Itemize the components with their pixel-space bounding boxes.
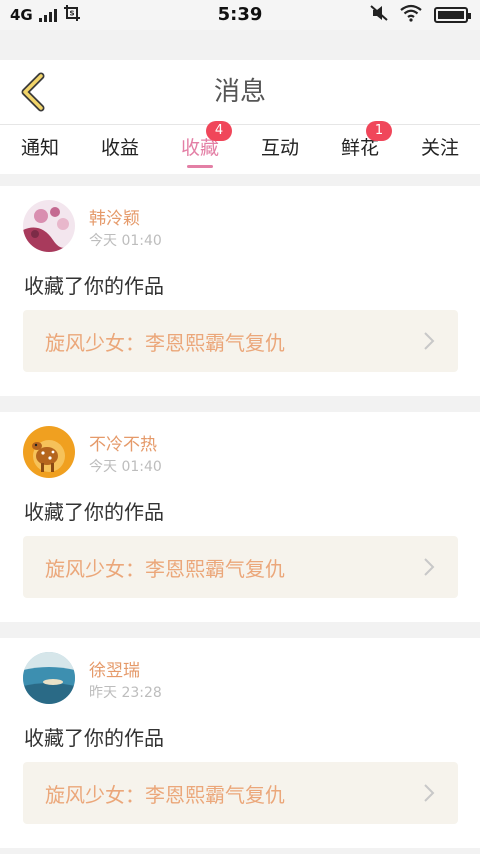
action-text: 收藏了你的作品 [24, 274, 164, 298]
wifi-icon [400, 4, 422, 26]
back-button[interactable] [10, 70, 54, 114]
work-link[interactable]: 旋风少女：李恩熙霸气复仇 [23, 310, 458, 372]
action-text: 收藏了你的作品 [24, 500, 164, 524]
notification-list: 韩泠颖 今天 01:40 收藏了你的作品 旋风少女：李恩熙霸气复仇 不冷不热 今 [0, 174, 480, 854]
signal-icon [38, 8, 57, 22]
avatar[interactable] [23, 426, 75, 478]
battery-icon [434, 7, 471, 23]
tab-favorites[interactable]: 收藏 4 [160, 121, 240, 174]
work-link[interactable]: 旋风少女：李恩熙霸气复仇 [23, 536, 458, 598]
tab-follows[interactable]: 关注 [400, 125, 480, 174]
avatar[interactable] [23, 652, 75, 704]
avatar[interactable] [23, 200, 75, 252]
tab-notifications[interactable]: 通知 [0, 125, 80, 174]
chevron-right-icon [424, 332, 435, 350]
status-right [370, 0, 471, 30]
chevron-right-icon [424, 558, 435, 576]
active-tab-indicator [187, 165, 213, 168]
network-type: 4G [10, 6, 33, 24]
work-title: 旋风少女：李恩熙霸气复仇 [45, 782, 285, 807]
unread-badge: 1 [366, 121, 392, 141]
tab-label: 收益 [100, 137, 139, 159]
timestamp: 今天 01:40 [89, 459, 162, 475]
mute-icon [370, 4, 388, 26]
screenshot-icon: S [63, 4, 81, 26]
tab-interactions[interactable]: 互动 [240, 125, 320, 174]
username[interactable]: 徐翌瑞 [89, 656, 140, 681]
notification-card: 不冷不热 今天 01:40 收藏了你的作品 旋风少女：李恩熙霸气复仇 [0, 412, 480, 622]
tab-label: 关注 [420, 137, 459, 159]
header: 消息 [0, 60, 480, 124]
chevron-right-icon [424, 784, 435, 802]
tab-earnings[interactable]: 收益 [80, 125, 160, 174]
tab-bar: 通知 收益 收藏 4 互动 鲜花 1 关注 [0, 121, 480, 174]
tab-label: 通知 [20, 137, 59, 159]
timestamp: 昨天 23:28 [89, 685, 162, 701]
tab-label: 互动 [260, 137, 299, 159]
tab-flowers[interactable]: 鲜花 1 [320, 121, 400, 174]
status-bar: 4G S 5:39 [0, 0, 480, 30]
work-link[interactable]: 旋风少女：李恩熙霸气复仇 [23, 762, 458, 824]
username[interactable]: 韩泠颖 [89, 204, 140, 229]
work-title: 旋风少女：李恩熙霸气复仇 [45, 330, 285, 355]
work-title: 旋风少女：李恩熙霸气复仇 [45, 556, 285, 581]
deer-avatar-icon [23, 426, 75, 478]
action-text: 收藏了你的作品 [24, 726, 164, 750]
back-arrow-icon [21, 72, 45, 112]
flowers-avatar-icon [23, 200, 75, 252]
status-left: 4G S [10, 4, 81, 26]
svg-text:S: S [69, 10, 74, 18]
timestamp: 今天 01:40 [89, 233, 162, 249]
notification-card: 韩泠颖 今天 01:40 收藏了你的作品 旋风少女：李恩熙霸气复仇 [0, 186, 480, 396]
sea-avatar-icon [23, 652, 75, 704]
page-title: 消息 [213, 77, 266, 107]
unread-badge: 4 [206, 121, 232, 141]
notification-card: 徐翌瑞 昨天 23:28 收藏了你的作品 旋风少女：李恩熙霸气复仇 [0, 638, 480, 848]
username[interactable]: 不冷不热 [89, 430, 157, 455]
